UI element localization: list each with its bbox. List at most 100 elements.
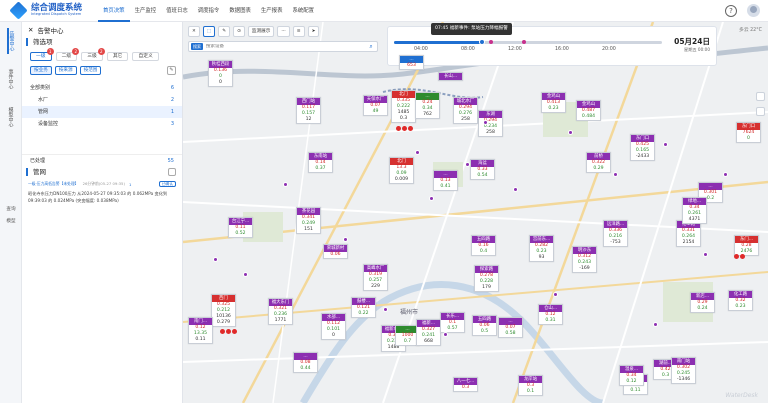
menu-item[interactable]: 调度指令 (193, 0, 225, 22)
station-marker[interactable]: 绿地... 0.34 0.261 4371 (682, 197, 707, 224)
station-marker[interactable]: 天保水厂 0.07 49 (363, 95, 388, 116)
station-pin-icon[interactable] (465, 162, 470, 167)
rail-alarm-center[interactable]: 告警中心 (6, 28, 15, 54)
station-pin-icon[interactable] (415, 150, 420, 155)
station-marker[interactable]: 远洋路... 0.336 0.216 -753 (603, 220, 628, 247)
station-marker[interactable]: 温泉... 0.34 0.12 (619, 365, 644, 386)
mode-tab[interactable]: 按来源 (54, 66, 77, 75)
fullscreen-icon[interactable] (756, 107, 765, 116)
menu-item[interactable]: 首页决策 (98, 0, 130, 22)
station-marker[interactable]: 北门 0.335 0.222 1485 0.3 (391, 90, 416, 123)
menu-item[interactable]: 数据图表 (224, 0, 256, 22)
station-marker[interactable]: 五四路 0.16 0.4 (471, 235, 496, 256)
station-pin-icon[interactable] (703, 252, 708, 257)
mode-tab[interactable]: 按范围 (79, 66, 102, 75)
level-tab[interactable]: 二级 2 (55, 48, 80, 61)
mode-tab[interactable]: 按业务 (30, 66, 52, 75)
station-marker[interactable]: 化工路 0.32 0.23 (728, 290, 753, 311)
station-marker[interactable]: 仓山... 0.12 0.31 (538, 304, 563, 325)
station-marker[interactable]: 西门 0.325 0.212 10136 0.279 (211, 294, 236, 327)
search-tag[interactable]: 搜索 (191, 43, 203, 50)
station-pin-icon[interactable] (568, 130, 573, 135)
station-pin-icon[interactable] (443, 332, 448, 337)
station-marker[interactable]: 东门... 0.28 2476 (734, 235, 759, 256)
locate-tool[interactable]: ⊙ (233, 26, 245, 37)
timeline-handle[interactable] (479, 39, 486, 45)
station-marker[interactable]: 明沙东 0.312 0.243 -169 (572, 246, 597, 273)
draw-tool[interactable]: ✎ (218, 26, 231, 37)
menu-item[interactable]: 系统配置 (287, 0, 319, 22)
monitor-display[interactable]: 监测展示 (247, 26, 275, 37)
station-marker[interactable]: 城北水厂 0.294 0.276 258 (453, 97, 478, 124)
station-pin-icon[interactable] (513, 187, 518, 192)
station-pin-icon[interactable] (343, 237, 348, 242)
station-marker[interactable]: 金鸡山 0.487 0.484 (576, 100, 601, 121)
more-tool[interactable]: ··· (277, 26, 290, 37)
station-marker[interactable]: 东湖 0.294 0.234 258 (478, 110, 503, 137)
station-pin-icon[interactable] (429, 196, 434, 201)
station-marker[interactable]: 北门 13.3 0.09 0.009 (389, 157, 414, 184)
station-marker[interactable]: 化工路 0.331 0.264 2154 (676, 220, 701, 247)
station-marker[interactable]: 茶花园 0.341 0.249 151 (296, 207, 321, 234)
menu-item[interactable]: 生产监控 (130, 0, 162, 22)
station-pin-icon[interactable] (663, 142, 668, 147)
station-marker[interactable]: 龙岸站 0.3 0.1 (518, 375, 543, 396)
layer-tool[interactable]: ≡ (292, 26, 305, 37)
station-marker[interactable]: 探索路 0.278 0.228 179 (474, 265, 499, 292)
timeline-event-dot[interactable] (489, 40, 493, 44)
layers-icon[interactable] (756, 92, 765, 101)
help-icon[interactable]: ? (725, 4, 737, 17)
timeline-event[interactable]: 07:45 福新事件: 泵站压力降幅报警 (431, 23, 512, 35)
level-tab[interactable]: 三级 2 (81, 48, 105, 61)
station-marker[interactable]: ... 0.24 0.34 762 (415, 92, 440, 119)
handled-row[interactable]: 已处理 55 (22, 154, 182, 166)
station-marker[interactable]: 海盆 0.33 0.54 (470, 159, 495, 180)
edit-icon[interactable]: ✎ (167, 66, 176, 75)
level-tab[interactable]: 自定义 (132, 52, 159, 61)
station-marker[interactable]: 西门站 0.117 0.157 12 (296, 97, 321, 124)
station-marker[interactable]: 荣城新村 0.06 (323, 244, 348, 259)
navigate-tool[interactable]: ➤ (307, 26, 320, 37)
level-tab[interactable]: 其它 (106, 52, 129, 61)
alarm-tag[interactable]: 一级·压力高低告警【未处理】 (28, 181, 79, 187)
menu-item[interactable]: 值班日志 (161, 0, 193, 22)
station-pin-icon[interactable] (723, 172, 728, 177)
rail-model2[interactable]: 模型 (2, 218, 20, 224)
station-marker[interactable]: 八一七... 0.3 (453, 377, 478, 392)
station-marker[interactable]: 东南站 0.14 0.37 (308, 152, 333, 173)
rail-query[interactable]: 查询 (2, 206, 20, 212)
timeline-event-dot[interactable] (522, 40, 526, 44)
station-marker[interactable]: 水部... 0.112 0.101 0 (321, 313, 346, 340)
station-marker[interactable]: 秋桂西段 0.136 0 0 (208, 60, 233, 87)
station-marker[interactable]: 长乐... 0.1 0.57 (440, 312, 465, 333)
station-marker[interactable]: 宫前东... 0.282 0.23 93 (529, 235, 554, 262)
category-row[interactable]: 水厂 2 (22, 94, 182, 106)
rail-model[interactable]: 模型中心 (8, 104, 14, 130)
station-pin-icon[interactable] (213, 257, 218, 262)
level-tab[interactable]: 一级 1 (30, 48, 54, 61)
category-row[interactable]: 管网 1 (22, 106, 182, 118)
select-tool[interactable]: ⬚ (202, 26, 216, 37)
station-marker[interactable]: 福新... 0.327 0.241 668 (416, 319, 441, 346)
station-marker[interactable]: 台江宁... 0.11 0.52 (228, 217, 253, 238)
timeline-track[interactable] (394, 39, 662, 45)
station-marker[interactable]: 东门口 0.425 0.165 -2433 (630, 134, 655, 161)
station-pin-icon[interactable] (653, 322, 658, 327)
station-marker[interactable]: ... 653 (399, 55, 424, 70)
station-marker[interactable]: 五四路 0.06 0.5 (472, 315, 497, 336)
station-marker[interactable]: 长山... (438, 72, 463, 81)
station-pin-icon[interactable] (613, 172, 618, 177)
collapse-icon[interactable]: ✕ (28, 26, 33, 34)
close-tool[interactable]: ✕ (188, 26, 200, 37)
station-pin-icon[interactable] (383, 307, 388, 312)
app-logo[interactable]: 综合调度系统 Integrated Dispatch System (0, 1, 98, 20)
station-marker[interactable]: 新店... 0.29 0.24 (690, 292, 715, 313)
station-marker[interactable]: 南门... 0.12 13.35 0.11 (188, 317, 213, 344)
station-marker[interactable]: 福大东门 0.321 0.236 1771 (268, 298, 293, 325)
search-input[interactable] (206, 44, 365, 49)
station-pin-icon[interactable] (283, 182, 288, 187)
station-pin-icon[interactable] (243, 272, 248, 277)
station-marker[interactable]: 前桥 0.322 0.29 (586, 152, 611, 173)
station-marker[interactable]: 金鸡山 0.413 0.23 (541, 92, 566, 113)
avatar[interactable] (747, 4, 760, 17)
